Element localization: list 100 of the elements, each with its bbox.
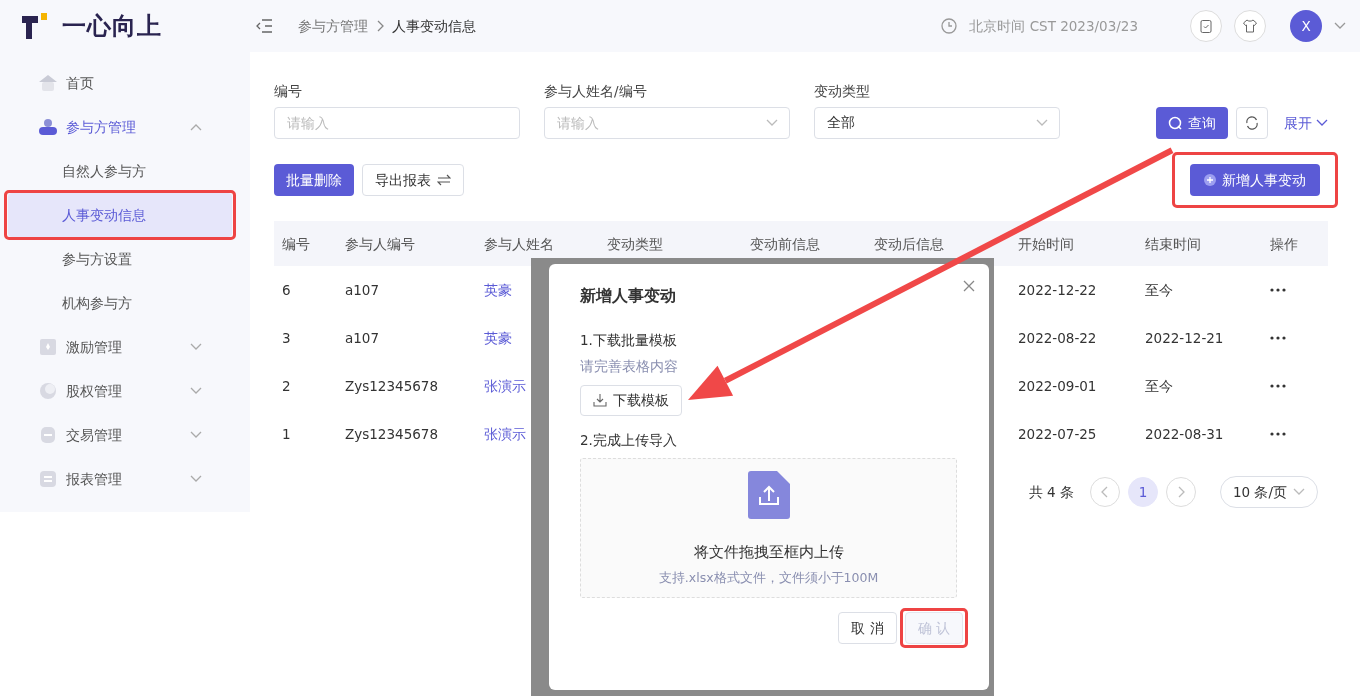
shirt-button[interactable] (1234, 10, 1266, 42)
house-icon (38, 73, 58, 93)
download-template-button[interactable]: 下载模板 (580, 384, 682, 416)
upload-dropzone[interactable]: 将文件拖拽至框内上传 支持.xlsx格式文件，文件须小于100M (580, 457, 957, 598)
sidebar-item[interactable]: 股权管理 (8, 369, 232, 413)
step-label: 1.下载批量模板 (580, 331, 678, 350)
logo-text: 一心向上 (62, 11, 162, 42)
step-label: 2.完成上传导入 (580, 430, 678, 450)
logo-icon (22, 13, 48, 39)
table-cell-text: 至今 (1144, 377, 1174, 397)
modal-title: 新增人事变动 (580, 285, 676, 307)
caret-icon[interactable] (1334, 22, 1346, 30)
chevron-down-icon (190, 431, 202, 439)
table-cell-text: 2 (281, 377, 292, 397)
cancel-button[interactable]: 取 消 (838, 611, 897, 644)
chevron-right-icon (376, 20, 384, 32)
column-header: 结束时间 (1137, 221, 1262, 267)
user-avatar[interactable]: X (1290, 10, 1322, 42)
more-icon[interactable] (1270, 432, 1286, 437)
column-header: 操作 (1262, 221, 1328, 267)
name-link[interactable]: 英豪 (484, 328, 512, 349)
sidebar-item[interactable]: 报表管理 (8, 457, 232, 501)
sidebar-item[interactable]: 交易管理 (8, 413, 232, 457)
sidebar-item[interactable]: 首页 (8, 61, 232, 105)
download-icon (593, 393, 607, 407)
shirt-icon (1242, 18, 1258, 34)
field-label: 参与人姓名/编号 (544, 82, 648, 101)
export-button[interactable]: 导出报表 (362, 164, 464, 197)
query-button[interactable]: 查询 (1156, 107, 1228, 140)
badge-icon (38, 337, 58, 357)
more-icon[interactable] (1270, 288, 1286, 293)
table-cell-text: 2022-08-22 (1017, 329, 1098, 349)
table-cell-text: 至今 (1144, 281, 1174, 301)
search-icon (1168, 116, 1182, 131)
name-link[interactable]: 英豪 (484, 280, 512, 301)
collapse-icon[interactable] (256, 19, 272, 33)
reset-button[interactable] (1236, 107, 1268, 140)
table-cell-text: a107 (344, 281, 381, 301)
person-icon (38, 117, 58, 137)
chevron-down-icon (1316, 119, 1328, 128)
column-header: 开始时间 (1010, 221, 1137, 267)
table-cell-text: 3 (281, 329, 292, 349)
table-cell-text: 2022-09-01 (1017, 377, 1098, 397)
column-header: 编号 (274, 221, 337, 267)
chevron-down-icon (190, 387, 202, 395)
chevron-down-icon (1036, 119, 1048, 128)
swap-icon (437, 174, 451, 187)
chevron-down-icon (766, 119, 778, 128)
chevron-down-icon (190, 343, 202, 351)
breadcrumb-current: 人事变动信息 (392, 16, 476, 36)
sidebar-subitem[interactable]: 人事变动信息 (8, 193, 232, 237)
chevron-down-icon (1293, 488, 1305, 497)
clock-icon (941, 18, 958, 34)
hint-text: 请完善表格内容 (580, 357, 679, 377)
clipboard-icon (1198, 18, 1214, 34)
sidebar-subitem[interactable]: 机构参与方 (8, 281, 232, 325)
clipboard-button[interactable] (1190, 10, 1222, 42)
column-header: 参与人编号 (337, 221, 476, 267)
refresh-icon (1245, 116, 1259, 131)
dropzone-text: 将文件拖拽至框内上传 (693, 541, 844, 563)
add-button[interactable]: 新增人事变动 (1190, 164, 1320, 197)
table-cell-text: 2022-12-22 (1017, 281, 1098, 301)
expand-link[interactable]: 展开 (1284, 113, 1328, 134)
pie-icon (38, 381, 58, 401)
table-cell-text: Zys12345678 (344, 425, 439, 445)
table-cell-text: a107 (344, 329, 381, 349)
sidebar-subitem[interactable]: 参与方设置 (8, 237, 232, 281)
chevron-left-icon (1100, 486, 1109, 499)
table-cell-text: 2022-07-25 (1017, 425, 1098, 445)
table-cell-text: 6 (281, 281, 292, 301)
dropzone-hint: 支持.xlsx格式文件，文件须小于100M (658, 569, 879, 588)
field-label: 编号 (274, 82, 303, 101)
field-label: 变动类型 (814, 82, 871, 101)
name-link[interactable]: 张演示 (484, 376, 526, 397)
select-field[interactable]: 全部 (814, 107, 1060, 140)
bulk-delete-button[interactable]: 批量删除 (274, 164, 354, 197)
chevron-right-icon (1176, 486, 1185, 499)
chevron-up-icon (190, 123, 202, 131)
sidebar-item[interactable]: 激励管理 (8, 325, 232, 369)
input-field[interactable]: 请输入 (274, 107, 520, 140)
more-icon[interactable] (1270, 336, 1286, 341)
sidebar-subitem[interactable]: 自然人参与方 (8, 149, 232, 193)
time-text: 北京时间 CST 2023/03/23 (969, 16, 1138, 36)
sidebar-item[interactable]: 参与方管理 (8, 105, 232, 149)
breadcrumb-link[interactable]: 参与方管理 (298, 15, 368, 37)
plus-icon (1204, 174, 1216, 187)
page-button[interactable]: 1 (1127, 477, 1158, 508)
total-count: 共 4 条 (1028, 483, 1074, 503)
page-size-select[interactable]: 10 条/页 (1219, 476, 1318, 509)
file-upload-icon (747, 470, 790, 519)
close-icon[interactable] (963, 280, 975, 292)
table-cell-text: 2022-12-21 (1144, 329, 1225, 349)
highlight-frame (899, 607, 968, 648)
table-cell-text: 1 (281, 425, 292, 445)
chevron-down-icon (190, 475, 202, 483)
more-icon[interactable] (1270, 384, 1286, 389)
table-cell-text: Zys12345678 (344, 377, 439, 397)
table-cell-text: 2022-08-31 (1144, 425, 1225, 445)
select-field[interactable]: 请输入 (544, 107, 790, 140)
name-link[interactable]: 张演示 (484, 424, 526, 445)
